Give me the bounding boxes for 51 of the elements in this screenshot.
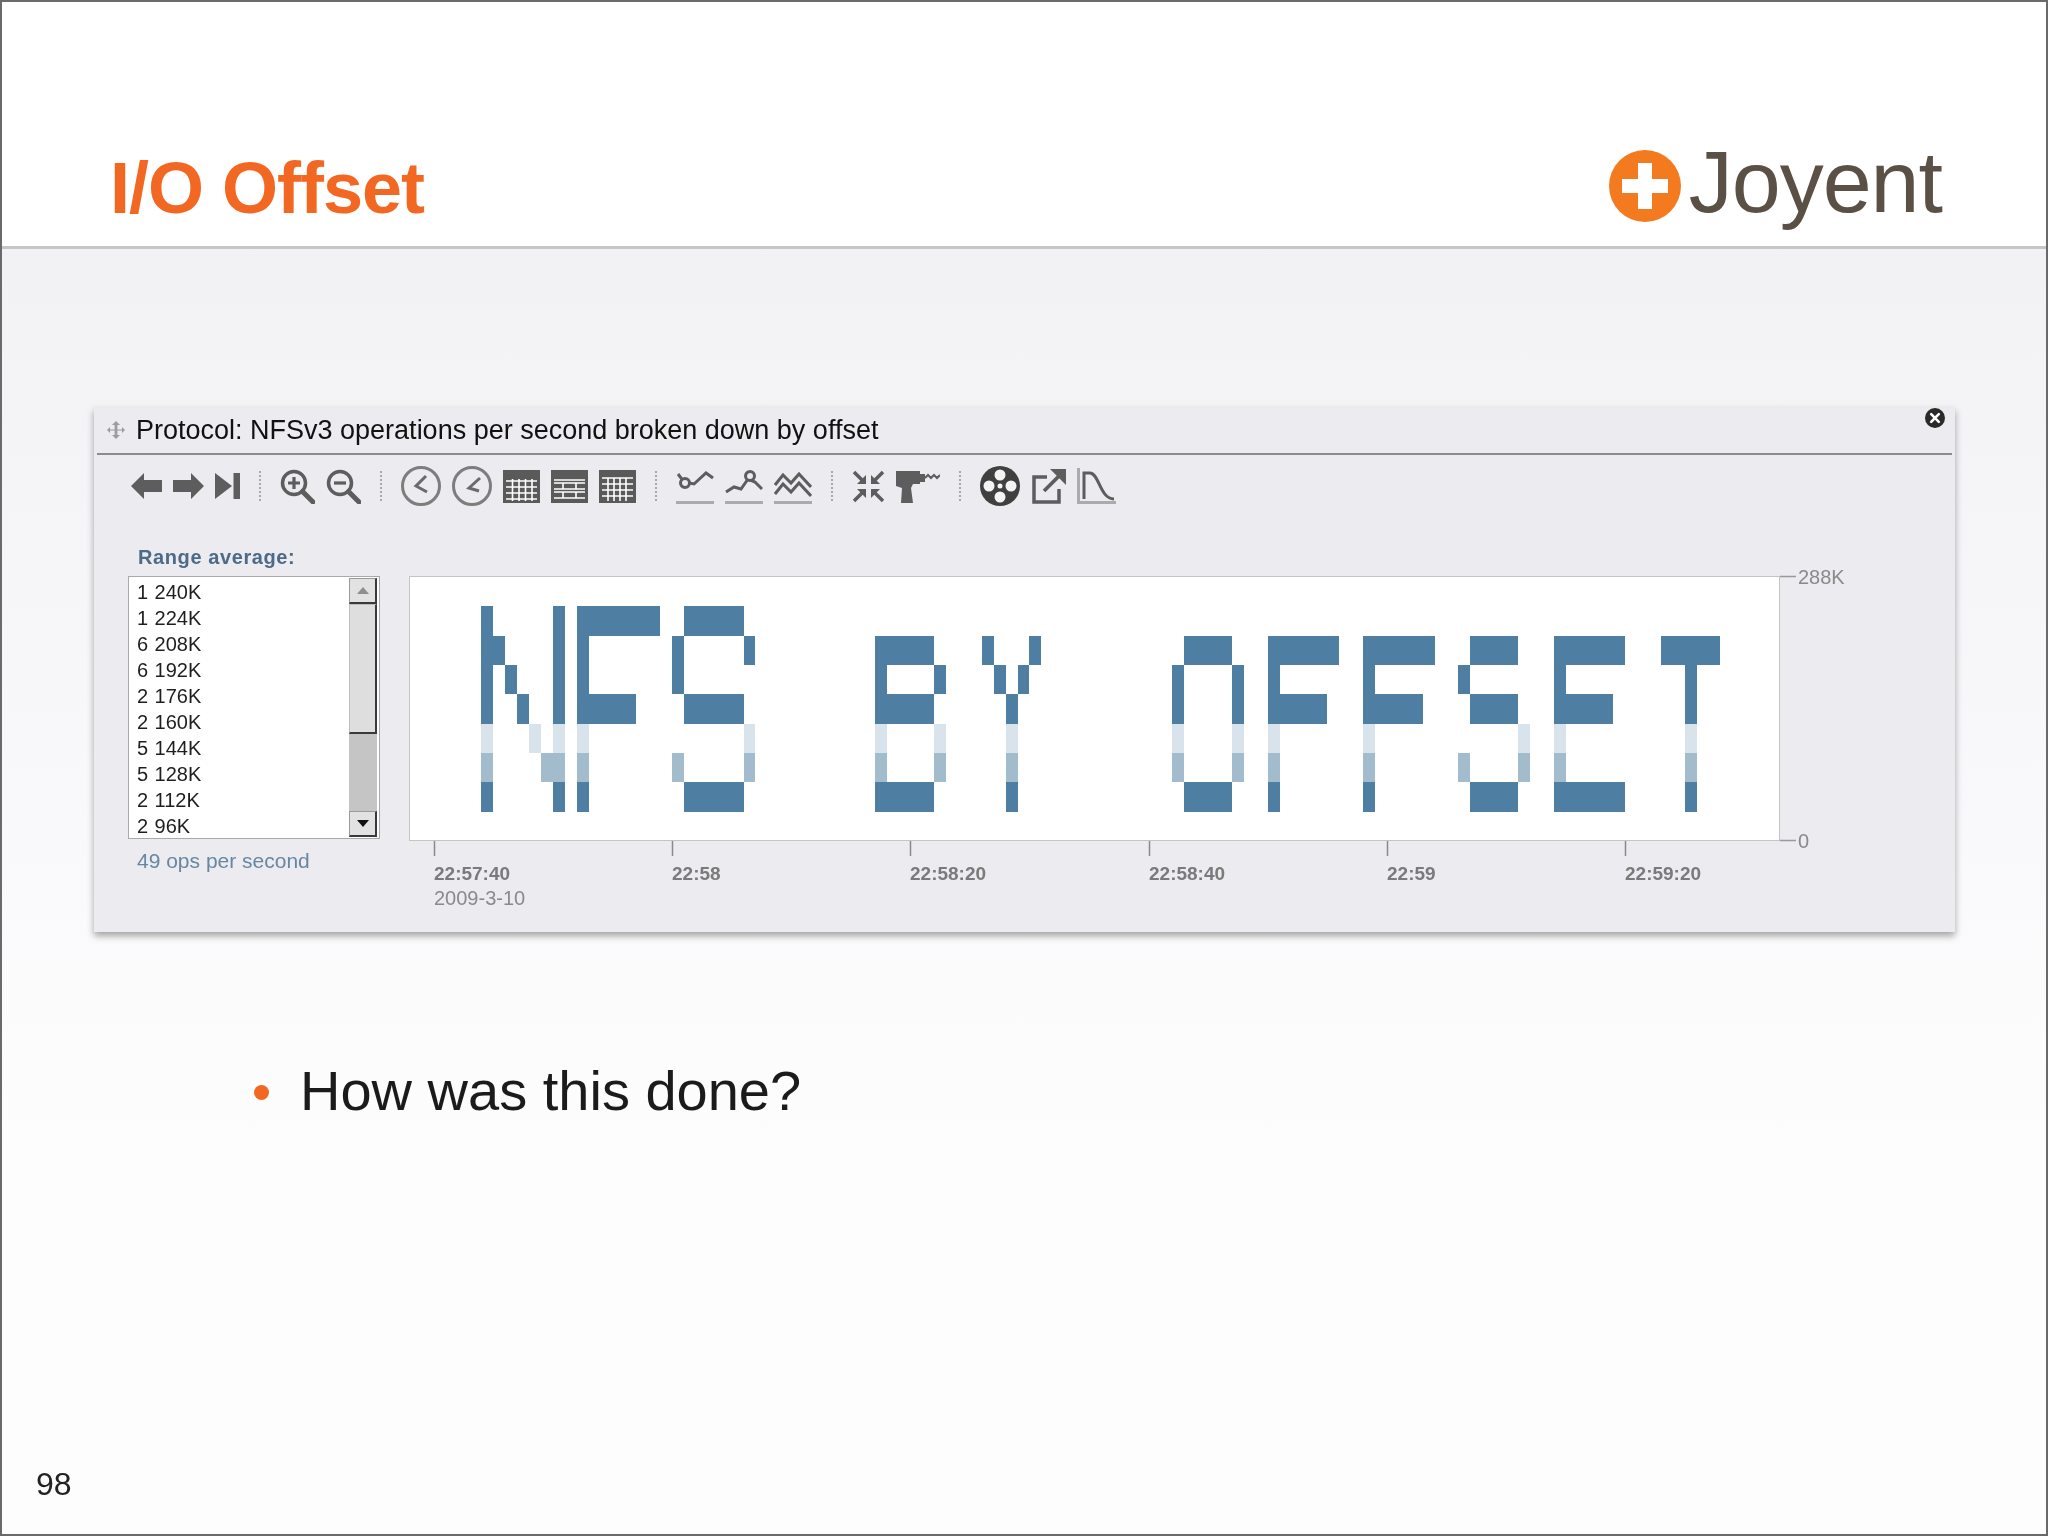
bullet-text: How was this done? bbox=[300, 1058, 802, 1124]
list-item[interactable]: 2 112K bbox=[137, 787, 349, 813]
axis-label: 0 bbox=[1798, 829, 1810, 852]
clock-icon[interactable] bbox=[452, 466, 492, 506]
axis-label: 22:59 bbox=[1387, 863, 1436, 884]
date-label: 2009-3-10 bbox=[434, 887, 526, 909]
scroll-down-button[interactable] bbox=[349, 811, 377, 837]
table-icon[interactable] bbox=[599, 469, 636, 503]
ops-summary: 49 ops per second bbox=[137, 848, 311, 874]
triangle-up-icon bbox=[356, 587, 369, 594]
axis-label: 22:59:20 bbox=[1625, 863, 1702, 884]
axis-label: 22:58:40 bbox=[1149, 863, 1226, 884]
list-item[interactable]: 5 128K bbox=[137, 761, 349, 787]
list-item[interactable]: 6 208K bbox=[137, 631, 349, 657]
list-item[interactable]: 1 240K bbox=[137, 579, 349, 605]
list-item[interactable]: 2 96K bbox=[137, 813, 349, 839]
triangle-down-icon bbox=[356, 820, 369, 827]
list-item[interactable]: 6 192K bbox=[137, 657, 349, 683]
drill-icon[interactable] bbox=[896, 469, 940, 503]
scrollbar[interactable] bbox=[349, 578, 377, 837]
clock-icon[interactable] bbox=[401, 466, 441, 506]
arrow-left-icon[interactable] bbox=[131, 473, 162, 499]
axis-label: 22:58:20 bbox=[910, 863, 987, 884]
compress-icon[interactable] bbox=[852, 469, 885, 503]
line-chart-icon[interactable] bbox=[676, 468, 714, 504]
axis-label: 22:57:40 bbox=[434, 863, 511, 884]
list-item[interactable]: 5 144K bbox=[137, 735, 349, 761]
axis-label: 22:58 bbox=[672, 863, 721, 884]
slide-title: I/O Offset bbox=[110, 152, 425, 224]
list-item[interactable]: 2 176K bbox=[137, 683, 349, 709]
table-icon[interactable] bbox=[503, 469, 540, 503]
list-item[interactable]: 1 224K bbox=[137, 605, 349, 631]
panel-title: Protocol: NFSv3 operations per second broken down by offset bbox=[136, 414, 880, 446]
list-item[interactable]: 2 160K bbox=[137, 709, 349, 735]
zoom-in-icon[interactable] bbox=[280, 468, 315, 504]
range-label: Range average: bbox=[138, 545, 297, 569]
plus-circle-icon bbox=[1608, 150, 1681, 222]
zoom-out-icon[interactable] bbox=[326, 468, 361, 504]
external-link-icon[interactable] bbox=[1031, 468, 1066, 504]
scroll-up-button[interactable] bbox=[349, 578, 377, 604]
curve-chart-icon[interactable] bbox=[1077, 468, 1116, 504]
line-chart-icon[interactable] bbox=[725, 468, 763, 504]
bullet-icon bbox=[254, 1085, 269, 1100]
page-number: 98 bbox=[36, 1466, 72, 1502]
arrow-right-icon[interactable] bbox=[173, 473, 204, 499]
scroll-thumb[interactable] bbox=[349, 604, 377, 734]
skip-end-icon[interactable] bbox=[215, 473, 240, 499]
axis-label: 288K bbox=[1798, 565, 1845, 588]
close-icon[interactable] bbox=[1925, 408, 1945, 428]
reel-icon[interactable] bbox=[980, 466, 1020, 506]
table-icon[interactable] bbox=[551, 469, 588, 503]
